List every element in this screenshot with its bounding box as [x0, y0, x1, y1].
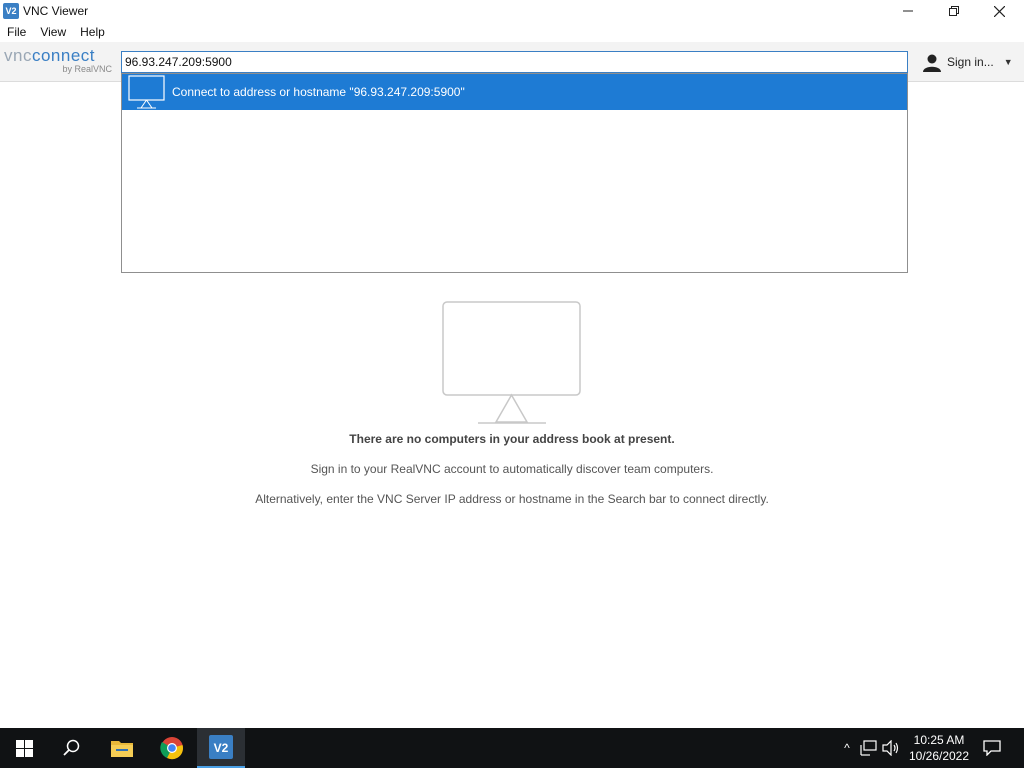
close-button[interactable] — [976, 0, 1022, 22]
logo-byline: by RealVNC — [62, 64, 112, 74]
windows-start-icon — [15, 739, 33, 757]
empty-monitor-illustration — [442, 301, 581, 424]
start-button[interactable] — [0, 728, 48, 768]
taskbar: V2 ^ 10:25 AM 10/26/2022 — [0, 728, 1024, 768]
taskbar-clock[interactable]: 10:25 AM 10/26/2022 — [905, 732, 973, 764]
user-icon — [923, 54, 941, 72]
menu-file[interactable]: File — [0, 23, 33, 42]
menu-view[interactable]: View — [33, 23, 73, 42]
vnc-viewer-taskbar-button[interactable]: V2 — [197, 728, 245, 768]
connect-suggestion-label: Connect to address or hostname "96.93.24… — [172, 85, 465, 99]
system-tray: ^ — [838, 728, 900, 768]
vnc-viewer-window: V2 VNC Viewer File View Help vncconnect … — [0, 0, 1024, 728]
logo-connect: connect — [31, 46, 96, 65]
chrome-icon — [160, 737, 183, 760]
notifications-icon — [983, 740, 1001, 756]
minimize-button[interactable] — [885, 0, 931, 22]
vnc-app-icon: V2 — [3, 3, 19, 19]
volume-icon[interactable] — [882, 740, 900, 756]
empty-state-title: There are no computers in your address b… — [349, 432, 675, 446]
restore-icon — [949, 6, 959, 16]
monitor-icon — [128, 75, 165, 109]
logo-vnc: vnc — [4, 46, 32, 65]
logo-wordmark: vncconnect — [4, 46, 95, 66]
action-center-button[interactable] — [970, 728, 1014, 768]
restore-button[interactable] — [931, 0, 977, 22]
taskbar-search-button[interactable] — [48, 728, 96, 768]
menu-help[interactable]: Help — [73, 23, 112, 42]
close-icon — [993, 5, 1005, 17]
empty-state-search-hint: Alternatively, enter the VNC Server IP a… — [255, 492, 769, 506]
sign-in-label: Sign in... — [947, 55, 994, 69]
svg-text:V2: V2 — [214, 741, 229, 755]
vnc-connect-logo: vncconnect by RealVNC — [4, 46, 114, 78]
vnc-viewer-icon: V2 — [209, 735, 233, 759]
file-explorer-icon — [111, 741, 133, 757]
search-suggestions-dropdown: Connect to address or hostname "96.93.24… — [121, 73, 908, 273]
search-icon — [63, 739, 80, 756]
clock-time: 10:25 AM — [913, 733, 965, 747]
network-icon[interactable] — [860, 740, 878, 756]
sign-in-button[interactable]: Sign in... ▼ — [922, 51, 1017, 73]
menu-bar: File View Help — [0, 23, 112, 42]
connect-suggestion-item[interactable]: Connect to address or hostname "96.93.24… — [122, 74, 907, 110]
chevron-up-icon[interactable]: ^ — [838, 741, 856, 755]
minimize-icon — [903, 10, 913, 12]
empty-state-signin-hint: Sign in to your RealVNC account to autom… — [310, 462, 714, 476]
chrome-button[interactable] — [148, 728, 196, 768]
file-explorer-button[interactable] — [98, 728, 146, 768]
title-bar: V2 VNC Viewer — [0, 0, 1024, 22]
chevron-down-icon: ▼ — [1003, 57, 1013, 67]
window-title: VNC Viewer — [23, 4, 89, 18]
search-input[interactable] — [121, 51, 908, 73]
clock-date: 10/26/2022 — [908, 749, 970, 763]
